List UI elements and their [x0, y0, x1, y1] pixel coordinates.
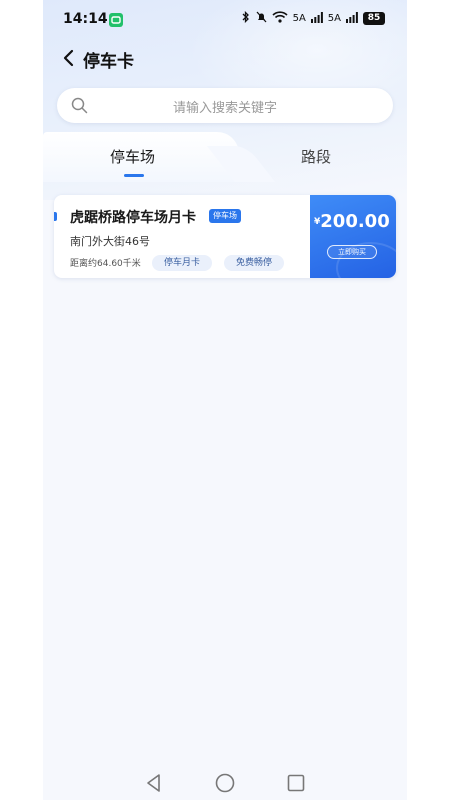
signal-icon	[310, 11, 323, 26]
circle-home-icon[interactable]	[214, 772, 236, 794]
triangle-back-icon[interactable]	[143, 772, 165, 794]
status-icons: 5A 5A 85	[241, 10, 385, 26]
chevron-left-icon[interactable]	[59, 48, 79, 68]
parking-card[interactable]: 虎踞桥路停车场月卡 停车场 南门外大街46号 距离约64.60千米 停车月卡 免…	[54, 195, 396, 278]
system-nav-bar	[43, 765, 407, 800]
feature-chip: 免费畅停	[224, 255, 285, 271]
card-type-badge: 停车场	[209, 209, 241, 223]
card-title: 虎踞桥路停车场月卡	[70, 210, 196, 226]
signal-2-label: 5A	[327, 13, 341, 24]
page-title: 停车卡	[83, 52, 134, 72]
tab-parking-lot[interactable]: 停车场	[110, 146, 155, 167]
card-address: 南门外大街46号	[70, 235, 150, 248]
signal-icon	[346, 11, 358, 26]
card-distance: 距离约64.60千米	[70, 259, 141, 269]
app-screen: 14:14 5A 5A 85 停车卡 请输入搜索关键字 停车场 路段 虎踞桥路停…	[43, 0, 407, 800]
card-accent-marker	[54, 212, 57, 221]
wifi-icon	[272, 11, 288, 26]
mute-icon	[256, 11, 267, 26]
feature-chip: 停车月卡	[152, 255, 213, 271]
search-placeholder: 请输入搜索关键字	[172, 101, 277, 116]
messaging-app-icon	[109, 13, 123, 27]
signal-1-label: 5A	[292, 13, 306, 24]
square-recent-icon[interactable]	[285, 772, 307, 794]
search-input[interactable]: 请输入搜索关键字	[57, 88, 393, 123]
battery-icon: 85	[363, 12, 385, 25]
price-amount: 200.00	[320, 211, 390, 232]
active-tab-indicator	[124, 174, 144, 177]
status-time: 14:14	[63, 11, 108, 27]
buy-now-button[interactable]: 立即购买	[327, 245, 377, 259]
tab-road-section[interactable]: 路段	[301, 146, 331, 167]
card-price: ¥200.00	[314, 211, 390, 232]
bluetooth-icon	[241, 10, 251, 26]
page-header: 停车卡	[43, 40, 407, 76]
price-panel: ¥200.00 立即购买	[310, 195, 396, 278]
tab-bar: 停车场 路段	[43, 132, 407, 182]
status-bar: 14:14 5A 5A 85	[43, 0, 407, 40]
